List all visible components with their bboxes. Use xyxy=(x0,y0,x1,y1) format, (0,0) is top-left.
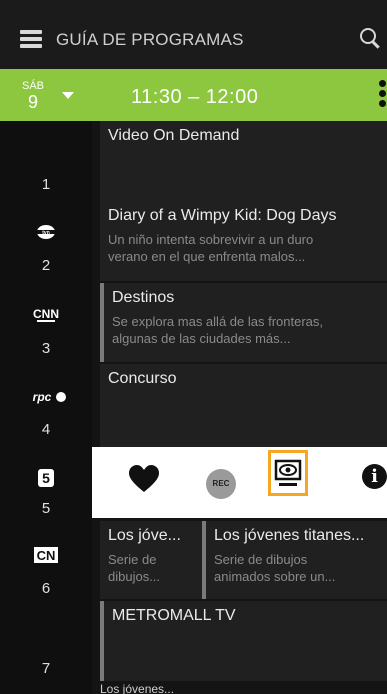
channel-column xyxy=(0,121,92,694)
program-description: Serie de dibujos... xyxy=(108,552,161,584)
program-title: METROMALL TV xyxy=(112,607,236,624)
rpc-logo-icon[interactable]: rpc xyxy=(28,387,66,407)
tvn-logo-icon[interactable]: tvn xyxy=(28,222,64,242)
chevron-down-icon[interactable] xyxy=(62,92,74,99)
program-cell[interactable]: Destinos Se explora mas allá de las fron… xyxy=(100,283,387,362)
program-title: Concurso xyxy=(108,370,177,387)
cartoon-network-logo-text: CN xyxy=(37,548,56,563)
program-title: Los jóve... xyxy=(108,527,181,544)
channel-number-1[interactable]: 1 xyxy=(0,176,92,193)
channel-number-6[interactable]: 6 xyxy=(0,580,92,597)
channel-number-2[interactable]: 2 xyxy=(0,257,92,274)
cnn-logo-text: CNN xyxy=(33,307,59,321)
tv-eye-icon xyxy=(274,459,302,486)
time-range: 11:30 – 12:00 xyxy=(131,86,259,108)
channel-number-3[interactable]: 3 xyxy=(0,340,92,357)
program-description: Se explora mas allá de las fronteras, alg… xyxy=(112,314,323,346)
program-title: Los jóvenes titanes... xyxy=(214,527,365,544)
program-description: Un niño intenta sobrevivir a un duro vera… xyxy=(108,232,314,264)
channel-number-4[interactable]: 4 xyxy=(0,421,92,438)
page-title: GUÍA DE PROGRAMAS xyxy=(56,30,244,49)
record-button[interactable]: REC xyxy=(206,469,236,499)
canal-5-logo-text: 5 xyxy=(42,470,50,486)
search-icon[interactable] xyxy=(360,28,376,44)
program-action-bar: REC i xyxy=(92,447,387,518)
rpc-logo-text: rpc xyxy=(33,390,52,404)
next-row-cutoff: Los jóvenes... xyxy=(100,682,175,694)
channel-number-7[interactable]: 7 xyxy=(0,660,92,677)
program-cell[interactable]: Los jóve... Serie de dibujos... xyxy=(100,521,202,599)
program-title: Video On Demand xyxy=(108,127,240,144)
program-description: Serie de dibujos animados sobre un... xyxy=(214,552,336,584)
program-title: Diary of a Wimpy Kid: Dog Days xyxy=(108,207,337,224)
more-options-icon[interactable] xyxy=(379,80,387,112)
day-number[interactable]: 9 xyxy=(28,92,38,113)
program-cell[interactable]: Los jóvenes titanes... Serie de dibujos a… xyxy=(202,521,387,599)
program-cell[interactable]: Video On Demand xyxy=(100,121,387,201)
program-cell[interactable]: Diary of a Wimpy Kid: Dog Days Un niño i… xyxy=(100,201,387,281)
tvn-logo-text: tvn xyxy=(42,230,50,236)
canal-5-logo-icon[interactable]: 5 xyxy=(28,467,64,487)
info-icon[interactable]: i xyxy=(362,464,387,489)
channel-number-5[interactable]: 5 xyxy=(0,500,92,517)
cnn-logo-icon[interactable]: CNN xyxy=(28,305,64,325)
program-title: Destinos xyxy=(112,289,175,306)
cartoon-network-logo-icon[interactable]: CN xyxy=(28,545,64,565)
heart-icon[interactable] xyxy=(129,465,159,493)
program-cell[interactable]: METROMALL TV xyxy=(100,601,387,681)
watch-button[interactable] xyxy=(268,450,308,496)
hamburger-menu-icon[interactable] xyxy=(20,30,42,48)
day-label[interactable]: SÁB xyxy=(22,80,44,92)
program-cell[interactable]: Concurso xyxy=(100,364,387,447)
